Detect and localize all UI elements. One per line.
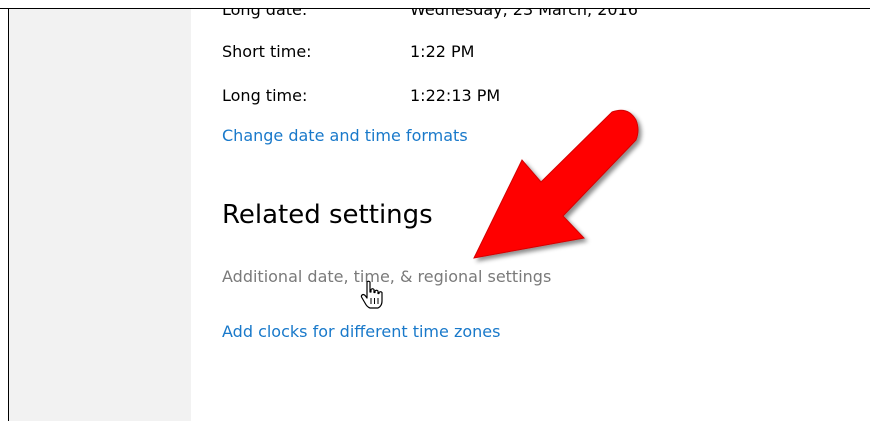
red-arrow-icon (473, 109, 639, 259)
hand-cursor-icon (360, 280, 383, 309)
